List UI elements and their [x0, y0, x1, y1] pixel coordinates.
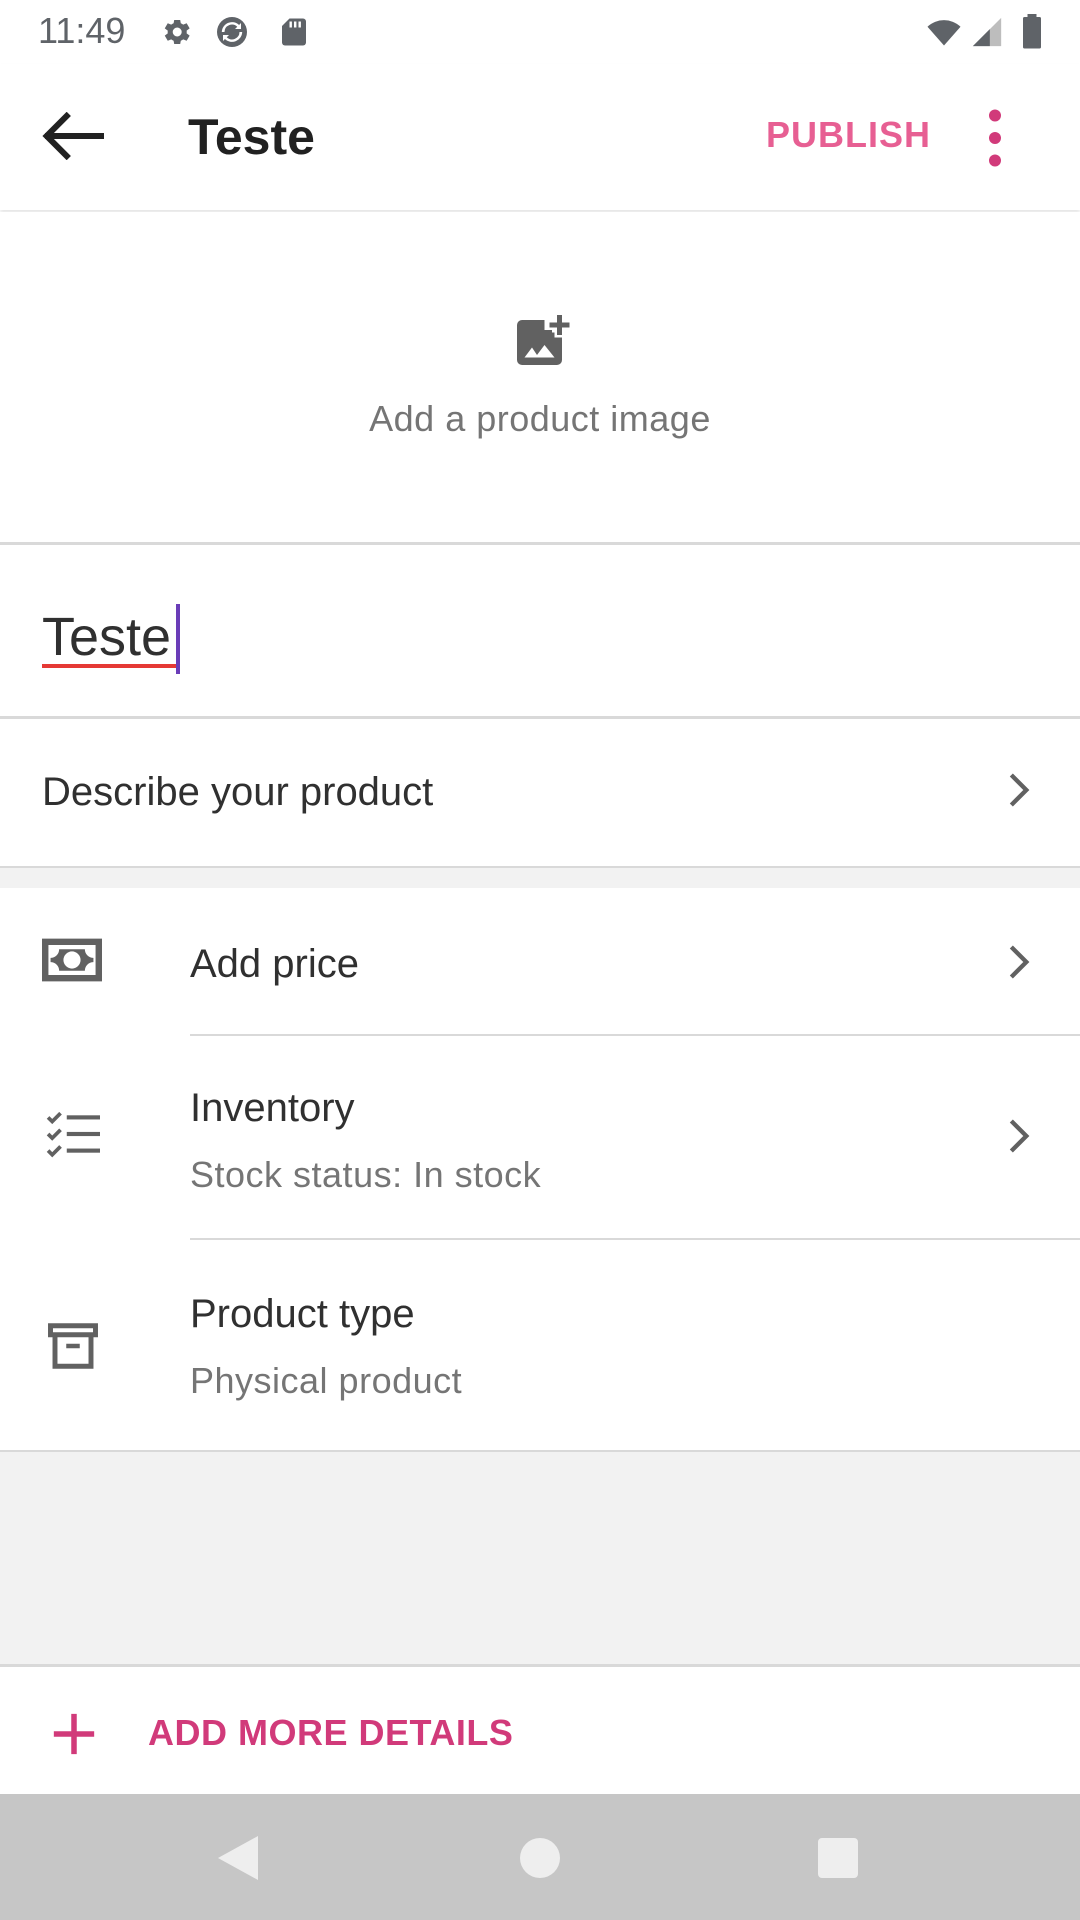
divider: [0, 716, 1080, 719]
back-arrow-icon[interactable]: [40, 112, 104, 160]
publish-button[interactable]: PUBLISH: [766, 114, 931, 156]
chevron-right-icon: [1009, 773, 1030, 807]
settings-gear-icon: [164, 20, 190, 45]
plus-icon: [53, 1713, 95, 1755]
nav-home-icon[interactable]: [520, 1838, 560, 1878]
page-title: Teste: [188, 109, 315, 165]
product-type-value: Physical product: [190, 1360, 463, 1401]
status-time: 11:49: [38, 10, 126, 51]
money-icon: [42, 938, 102, 982]
sd-card-icon: [282, 18, 306, 46]
add-image-label: Add a product image: [369, 398, 711, 439]
spellcheck-underline: [42, 664, 176, 668]
inventory-row[interactable]: [0, 1036, 1080, 1240]
stock-status-text: Stock status: In stock: [190, 1154, 542, 1195]
empty-gray-area: [0, 1452, 1080, 1666]
add-image-area[interactable]: [0, 212, 1080, 542]
divider: [0, 542, 1080, 545]
chevron-right-icon: [1009, 1119, 1030, 1153]
divider: [0, 1664, 1080, 1667]
sync-icon: [217, 17, 247, 47]
chevron-right-icon: [1009, 945, 1030, 979]
archive-box-icon: [48, 1323, 98, 1369]
describe-product-label: Describe your product: [42, 770, 434, 814]
text-cursor: [176, 604, 180, 674]
battery-icon: [1023, 14, 1041, 49]
add-price-row[interactable]: [0, 888, 1080, 1034]
checklist-icon: [46, 1111, 100, 1158]
product-name-input[interactable]: Teste: [42, 606, 171, 668]
add-price-label: Add price: [190, 942, 359, 986]
nav-back-icon[interactable]: [216, 1834, 260, 1882]
product-type-row[interactable]: [0, 1240, 1080, 1450]
more-options-icon[interactable]: [980, 108, 1010, 168]
inventory-label: Inventory: [190, 1086, 355, 1130]
section-gap: [0, 868, 1080, 888]
add-more-details-label: ADD MORE DETAILS: [148, 1712, 514, 1753]
wifi-icon: [927, 20, 961, 46]
nav-recents-icon[interactable]: [818, 1838, 858, 1878]
add-photo-icon: [517, 315, 570, 365]
cell-signal-icon: [972, 17, 1002, 47]
product-type-label: Product type: [190, 1292, 415, 1336]
